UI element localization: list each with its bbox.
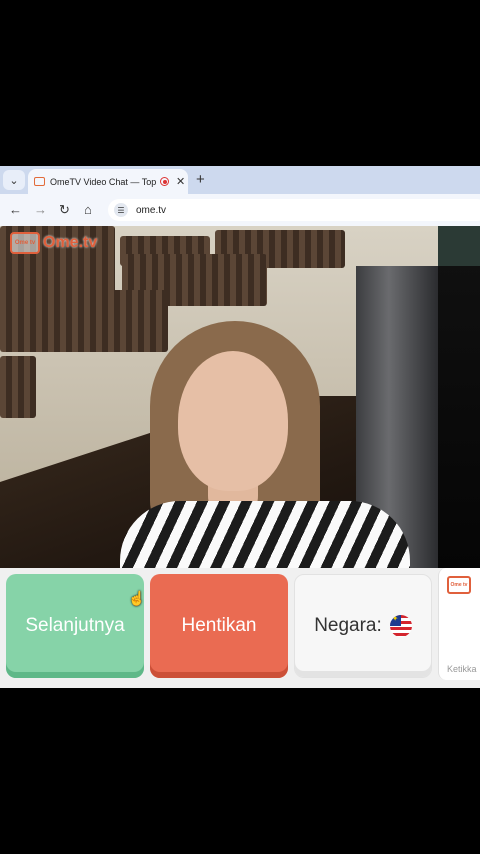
plus-icon[interactable]: + (196, 170, 205, 190)
face (178, 351, 288, 491)
arrow-right-icon[interactable]: → (34, 202, 47, 217)
tab-title: OmeTV Video Chat — Top (50, 176, 156, 187)
control-bar: Selanjutnya ☝ Hentikan Negara: Ome tv Ke… (0, 568, 480, 688)
country-select-button[interactable]: Negara: (294, 574, 432, 678)
wall-carving (0, 356, 36, 418)
address-bar[interactable]: ☰ ome.tv (108, 199, 480, 221)
stop-button-label: Hentikan (181, 615, 257, 636)
ometv-logo: Ome tv Ome.tv (10, 232, 97, 254)
self-video (438, 226, 480, 568)
next-button[interactable]: Selanjutnya ☝ (6, 574, 146, 678)
home-icon[interactable]: ⌂ (84, 202, 92, 217)
partner-video: Ome tv Ome.tv (0, 226, 438, 568)
browser-toolbar: ← → ↻ ⌂ ☰ ome.tv (0, 194, 480, 226)
malaysia-flag-icon (389, 615, 412, 637)
close-icon[interactable]: ✕ (176, 175, 185, 188)
tab-list-button[interactable]: ⌄ (3, 170, 25, 190)
ometv-chat-icon: Ome tv (447, 576, 471, 594)
url-text: ome.tv (136, 204, 167, 216)
next-button-label: Selanjutnya (25, 615, 125, 636)
stop-button[interactable]: Hentikan (150, 574, 288, 678)
chevron-down-icon: ⌄ (9, 174, 19, 187)
page-content: Ome tv Ome.tv Selanjutnya ☝ Hentikan Neg… (0, 226, 480, 688)
ometv-favicon-icon (34, 177, 45, 186)
hand-pointer-icon: ☝ (128, 590, 146, 606)
tab-strip: ⌄ OmeTV Video Chat — Top ✕ + (0, 166, 480, 194)
chat-panel: Ome tv Ketikka (438, 568, 480, 680)
arrow-left-icon[interactable]: ← (9, 202, 22, 217)
country-label: Negara: (314, 615, 382, 636)
striped-shirt (120, 501, 410, 568)
tune-icon[interactable]: ☰ (114, 203, 128, 217)
browser-window: ⌄ OmeTV Video Chat — Top ✕ + ← → ↻ ⌂ ☰ o… (0, 166, 480, 688)
tab-ometv[interactable]: OmeTV Video Chat — Top ✕ (28, 169, 188, 194)
logo-text: Ome.tv (43, 234, 98, 251)
recording-icon (160, 177, 169, 186)
video-person (120, 321, 410, 568)
chat-input[interactable]: Ketikka (447, 664, 477, 674)
tv-icon: Ome tv (10, 232, 40, 254)
reload-icon[interactable]: ↻ (59, 202, 70, 218)
